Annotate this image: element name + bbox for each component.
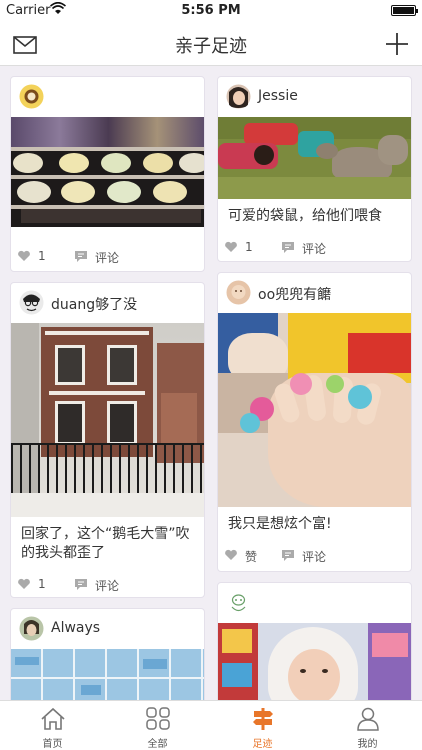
- post-footer: 1 评论: [218, 230, 411, 261]
- post-caption: 回家了，这个“鹅毛大雪”吹的我头都歪了: [21, 526, 190, 561]
- post-card[interactable]: 1 评论: [10, 76, 205, 272]
- comment-button[interactable]: 评论: [302, 548, 326, 565]
- post-photo[interactable]: [218, 117, 411, 199]
- status-time: 5:56 PM: [181, 3, 241, 18]
- like-count[interactable]: 1: [245, 240, 253, 254]
- tab-bar: 首页 全部 足迹 我的: [0, 700, 422, 750]
- like-button[interactable]: 赞: [245, 548, 257, 565]
- person-icon: [356, 707, 379, 731]
- avatar[interactable]: [226, 84, 251, 109]
- heart-icon[interactable]: [17, 249, 31, 263]
- post-footer: 1 评论: [11, 239, 204, 271]
- heart-icon[interactable]: [224, 240, 238, 254]
- post-card[interactable]: Jessie 可爱的袋鼠，给他们喂食 1 评论: [217, 76, 412, 262]
- post-caption: 可爱的袋鼠，给他们喂食: [228, 208, 382, 224]
- post-header: Jessie: [218, 77, 411, 117]
- comment-button[interactable]: 评论: [95, 577, 119, 594]
- post-username[interactable]: Jessie: [258, 88, 298, 104]
- post-username[interactable]: oo兜兜有饝: [258, 284, 331, 304]
- tab-all[interactable]: 全部: [105, 701, 210, 750]
- post-photo[interactable]: [11, 323, 204, 517]
- status-bar: Carrier 5:56 PM: [0, 0, 422, 22]
- tab-home[interactable]: 首页: [0, 701, 105, 750]
- tab-all-label: 全部: [147, 739, 168, 750]
- avatar[interactable]: [19, 616, 44, 641]
- post-photo[interactable]: [11, 649, 204, 700]
- comment-button[interactable]: 评论: [302, 240, 326, 257]
- post-photo[interactable]: [218, 623, 411, 700]
- comment-button[interactable]: 评论: [95, 249, 119, 266]
- avatar[interactable]: [226, 590, 251, 615]
- like-count[interactable]: 1: [38, 577, 46, 591]
- post-footer: 1 评论: [11, 567, 204, 597]
- comment-icon[interactable]: [74, 577, 88, 591]
- add-post-icon[interactable]: [384, 31, 410, 57]
- feed-list[interactable]: 1 评论 Jessie 可爱的袋鼠，给他们喂食 1 评论 duang够了没 回家…: [0, 66, 422, 700]
- post-header: [218, 583, 411, 623]
- tab-mine-label: 我的: [357, 739, 378, 750]
- post-card[interactable]: duang够了没 回家了，这个“鹅毛大雪”吹的我头都歪了 1 评论: [10, 282, 205, 598]
- post-caption: 我只是想炫个富!: [228, 516, 332, 532]
- home-icon: [40, 707, 65, 730]
- battery-icon: [391, 5, 418, 16]
- post-card[interactable]: oo兜兜有饝 我只是想炫个富! 赞 评论: [217, 272, 412, 572]
- post-header: duang够了没: [11, 283, 204, 323]
- post-photo[interactable]: [11, 117, 204, 227]
- heart-icon[interactable]: [224, 548, 238, 562]
- comment-icon[interactable]: [74, 249, 88, 263]
- post-footer: 赞 评论: [218, 538, 411, 571]
- post-photo[interactable]: [218, 313, 411, 507]
- post-username[interactable]: Always: [51, 620, 100, 636]
- avatar[interactable]: [19, 290, 44, 315]
- heart-icon[interactable]: [17, 577, 31, 591]
- post-card[interactable]: Always: [10, 608, 205, 700]
- tab-mine[interactable]: 我的: [315, 701, 420, 750]
- signpost-icon: [252, 708, 273, 730]
- page-title: 亲子足迹: [175, 36, 247, 57]
- avatar[interactable]: [226, 280, 251, 305]
- tab-footprint-label: 足迹: [252, 739, 273, 750]
- comment-icon[interactable]: [281, 240, 295, 254]
- tab-footprint[interactable]: 足迹: [210, 701, 315, 750]
- nav-bar: 亲子足迹: [0, 22, 422, 66]
- post-card[interactable]: [217, 582, 412, 700]
- post-header: oo兜兜有饝: [218, 273, 411, 313]
- avatar[interactable]: [19, 84, 44, 109]
- post-header: Always: [11, 609, 204, 649]
- comment-icon[interactable]: [281, 548, 295, 562]
- tab-home-label: 首页: [42, 739, 63, 750]
- post-header: [11, 77, 204, 117]
- grid-icon: [145, 707, 170, 730]
- post-username[interactable]: duang够了没: [51, 294, 137, 314]
- like-count[interactable]: 1: [38, 249, 46, 263]
